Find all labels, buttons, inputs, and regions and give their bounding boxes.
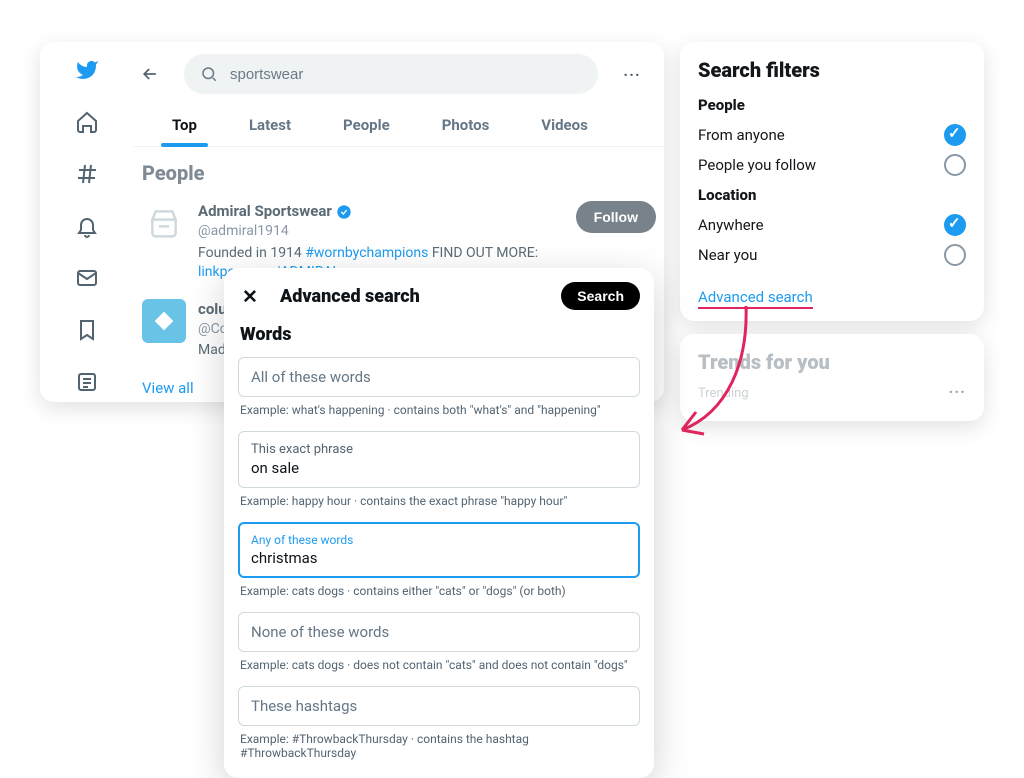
- filters-title: Search filters: [698, 58, 966, 82]
- field-hint: Example: cats dogs · contains either "ca…: [240, 584, 638, 598]
- filter-near-you[interactable]: Near you: [698, 240, 966, 270]
- search-icon: [200, 65, 218, 83]
- result-handle: @admiral1914: [198, 222, 564, 242]
- avatar: [142, 299, 186, 343]
- left-nav-rail: [40, 42, 134, 402]
- explore-icon[interactable]: [75, 162, 99, 186]
- advanced-search-modal: ✕ Advanced search Search Words All of th…: [224, 268, 654, 778]
- filters-people-head: People: [698, 96, 966, 114]
- filter-people-you-follow[interactable]: People you follow: [698, 150, 966, 180]
- search-input[interactable]: [230, 66, 582, 83]
- messages-icon[interactable]: [75, 266, 99, 290]
- radio-on-icon[interactable]: [944, 214, 966, 236]
- avatar: [142, 201, 186, 245]
- trends-title: Trends for you: [698, 350, 966, 374]
- modal-section-words: Words: [238, 324, 640, 345]
- tab-latest[interactable]: Latest: [223, 102, 317, 146]
- filter-from-anyone[interactable]: From anyone: [698, 120, 966, 150]
- field-hint: Example: happy hour · contains the exact…: [240, 494, 638, 508]
- filter-anywhere[interactable]: Anywhere: [698, 210, 966, 240]
- field-hint: Example: what's happening · contains bot…: [240, 403, 638, 417]
- radio-off-icon[interactable]: [944, 154, 966, 176]
- more-options-icon[interactable]: ···: [949, 382, 966, 401]
- search-filters-panel: Search filters People From anyone People…: [680, 42, 984, 321]
- tab-photos[interactable]: Photos: [416, 102, 516, 146]
- field-exact-phrase[interactable]: This exact phrase on sale: [238, 431, 640, 488]
- more-options-icon[interactable]: ···: [618, 65, 646, 84]
- verified-badge-icon: [336, 204, 352, 220]
- tab-videos[interactable]: Videos: [515, 102, 614, 146]
- tab-people[interactable]: People: [317, 102, 416, 146]
- trends-sublabel: Trending: [698, 386, 966, 401]
- field-none-words[interactable]: None of these words: [238, 612, 640, 652]
- trends-panel: Trends for you Trending ···: [680, 334, 984, 421]
- close-icon[interactable]: ✕: [238, 284, 262, 308]
- result-tabs: Top Latest People Photos Videos: [134, 102, 664, 147]
- result-name: Admiral Sportswear: [198, 201, 564, 222]
- modal-title: Advanced search: [280, 286, 543, 307]
- lists-icon[interactable]: [75, 370, 99, 394]
- field-hint: Example: #ThrowbackThursday · contains t…: [240, 732, 638, 760]
- filters-location-head: Location: [698, 186, 966, 204]
- field-hashtags[interactable]: These hashtags: [238, 686, 640, 726]
- back-arrow-icon[interactable]: [136, 60, 164, 88]
- home-icon[interactable]: [75, 110, 99, 134]
- hashtag-link[interactable]: #wornbychampions: [305, 245, 428, 261]
- search-input-container[interactable]: [184, 54, 598, 94]
- field-all-words[interactable]: All of these words: [238, 357, 640, 397]
- field-any-words[interactable]: Any of these words christmas: [238, 522, 640, 578]
- twitter-logo-icon[interactable]: [75, 58, 99, 82]
- bookmarks-icon[interactable]: [75, 318, 99, 342]
- radio-off-icon[interactable]: [944, 244, 966, 266]
- field-hint: Example: cats dogs · does not contain "c…: [240, 658, 638, 672]
- notifications-icon[interactable]: [75, 214, 99, 238]
- radio-on-icon[interactable]: [944, 124, 966, 146]
- follow-button[interactable]: Follow: [576, 201, 656, 233]
- search-topbar: ···: [134, 42, 664, 94]
- people-heading: People: [134, 147, 664, 193]
- tab-top[interactable]: Top: [146, 102, 223, 146]
- search-button[interactable]: Search: [561, 282, 640, 310]
- advanced-search-link[interactable]: Advanced search: [698, 288, 813, 309]
